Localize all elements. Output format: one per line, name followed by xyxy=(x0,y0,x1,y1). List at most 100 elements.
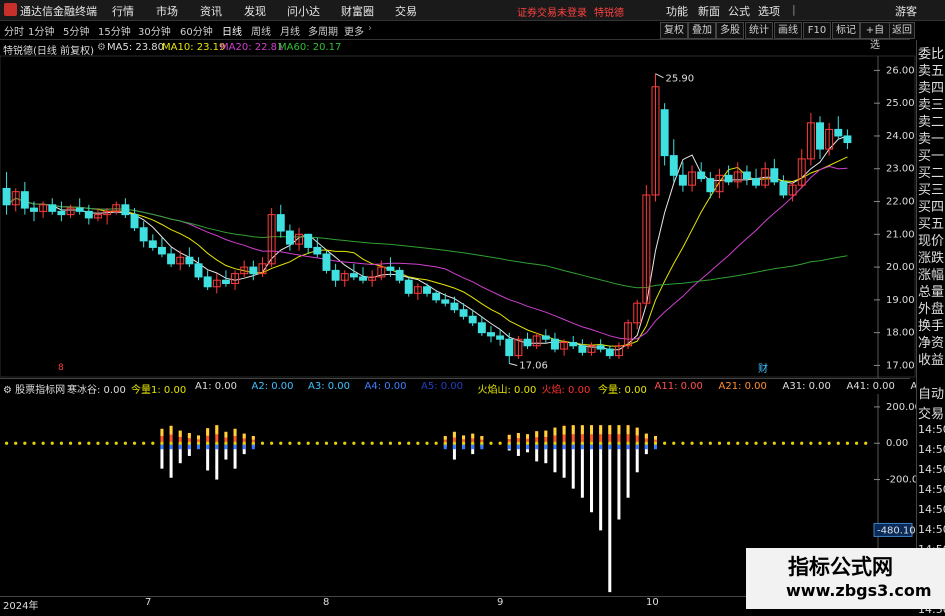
y-tick-label: 26.00 xyxy=(886,65,915,76)
zero-dot xyxy=(864,442,867,445)
zero-dot xyxy=(736,442,739,445)
menu-shichang[interactable]: 市场 xyxy=(156,3,178,19)
candle-body xyxy=(506,339,513,355)
zero-dot xyxy=(179,442,182,445)
app-name: 通达信金融终端 xyxy=(20,3,97,19)
finance-marker: 财 xyxy=(758,362,768,375)
candle-body xyxy=(753,179,760,186)
user-label[interactable]: 游客 xyxy=(895,3,917,19)
zero-dot xyxy=(553,442,556,445)
menu-hangqing[interactable]: 行情 xyxy=(112,3,134,19)
zero-dot xyxy=(343,442,346,445)
candle-body xyxy=(844,136,851,143)
candle-body xyxy=(168,254,175,264)
ind-y-tick-label: 200.00 xyxy=(886,402,916,413)
zero-dot xyxy=(718,442,721,445)
candle-body xyxy=(387,267,394,270)
candle-body xyxy=(396,270,403,280)
candle-body xyxy=(451,303,458,310)
zero-dot xyxy=(188,442,191,445)
candle-body xyxy=(606,349,613,356)
candle-body xyxy=(323,254,330,270)
candle-body xyxy=(488,333,495,336)
candle-body xyxy=(679,175,686,185)
login-notice[interactable]: 证券交易未登录 xyxy=(517,4,587,19)
menu-xinmian[interactable]: 新面 xyxy=(698,3,720,19)
menu-gongshi[interactable]: 公式 xyxy=(728,3,750,19)
zero-dot xyxy=(672,442,675,445)
tool-tongji[interactable]: 统计 xyxy=(745,22,773,39)
ma10-line xyxy=(7,157,848,346)
zero-dot xyxy=(23,442,26,445)
period-15min[interactable]: 15分钟 xyxy=(98,23,131,38)
zero-dot xyxy=(764,442,767,445)
more-arrow-icon[interactable]: › xyxy=(368,23,372,34)
trade-time: 14:50 xyxy=(918,463,945,476)
candle-body xyxy=(360,277,367,280)
candle-body xyxy=(478,323,485,333)
period-monthly[interactable]: 月线 xyxy=(280,23,300,38)
menu-wenxiaoda[interactable]: 问小达 xyxy=(287,3,320,19)
period-30min[interactable]: 30分钟 xyxy=(138,23,171,38)
candle-body xyxy=(250,267,257,274)
quote-field-label[interactable]: 收益 xyxy=(918,349,944,368)
zero-dot xyxy=(42,442,45,445)
candlestick-chart[interactable]: 26.0025.0024.0023.0022.0021.0020.0019.00… xyxy=(0,40,916,378)
ind-y-tick-label: 0.00 xyxy=(886,438,908,449)
candle-body xyxy=(222,280,229,283)
indicator-item: A21: 0.00 xyxy=(719,381,767,392)
event-marker: 8 xyxy=(58,363,64,373)
zero-dot xyxy=(51,442,54,445)
indicator-item: A4: 0.00 xyxy=(365,381,407,392)
period-daily[interactable]: 日线 xyxy=(222,23,242,38)
tool-huaxian[interactable]: 画线 xyxy=(774,22,802,39)
period-1min[interactable]: 1分钟 xyxy=(28,23,54,38)
tool-duogu[interactable]: 多股 xyxy=(716,22,744,39)
tool-biaoji[interactable]: 标记 xyxy=(832,22,860,39)
x-tick: 9 xyxy=(497,597,503,608)
tool-diejia[interactable]: 叠加 xyxy=(688,22,716,39)
tool-fuquan[interactable]: 复权 xyxy=(660,22,688,39)
zero-dot xyxy=(590,442,593,445)
auto-trade-label[interactable]: 自动 xyxy=(918,383,944,402)
stock-name: 特锐德 xyxy=(594,4,624,19)
menu-jiaoyi[interactable]: 交易 xyxy=(395,3,417,19)
zero-dot xyxy=(261,442,264,445)
candle-body xyxy=(195,264,202,277)
indicator-item: A11: 0.00 xyxy=(655,381,703,392)
period-multi[interactable]: 多周期 xyxy=(308,23,338,38)
ind-y-tick-label: -480.10 xyxy=(877,525,916,536)
period-weekly[interactable]: 周线 xyxy=(251,23,271,38)
menu-faxian[interactable]: 发现 xyxy=(244,3,266,19)
candle-body xyxy=(122,205,129,215)
candle-body xyxy=(442,300,449,303)
menu-xuanxiang[interactable]: 选项 xyxy=(758,3,780,19)
candle-body xyxy=(570,342,577,345)
period-more[interactable]: 更多 xyxy=(344,23,364,38)
x-tick: 2024年 xyxy=(3,597,38,612)
auto-trade-label[interactable]: 交易 xyxy=(918,403,944,422)
candle-body xyxy=(3,188,10,204)
zero-dot xyxy=(398,442,401,445)
tool-f10[interactable]: F10 xyxy=(803,22,831,39)
candle-body xyxy=(780,182,787,195)
menu-gongneng[interactable]: 功能 xyxy=(666,3,688,19)
period-fenshi[interactable]: 分时 xyxy=(4,23,24,38)
tool-zixuan[interactable]: +自选 xyxy=(860,22,890,39)
zero-dot xyxy=(151,442,154,445)
zero-dot xyxy=(782,442,785,445)
tool-fanhui[interactable]: 返回 xyxy=(889,22,915,39)
period-60min[interactable]: 60分钟 xyxy=(180,23,213,38)
zero-dot xyxy=(837,442,840,445)
zero-dot xyxy=(380,442,383,445)
candle-body xyxy=(497,336,504,339)
trade-time: 14:50 xyxy=(918,523,945,536)
y-tick-label: 18.00 xyxy=(886,328,915,339)
menu-zixun[interactable]: 资讯 xyxy=(200,3,222,19)
period-5min[interactable]: 5分钟 xyxy=(63,23,89,38)
candle-body xyxy=(405,280,412,293)
zero-dot xyxy=(828,442,831,445)
menu-caifuquan[interactable]: 财富圈 xyxy=(341,3,374,19)
candle-body xyxy=(49,205,56,212)
zero-dot xyxy=(508,442,511,445)
